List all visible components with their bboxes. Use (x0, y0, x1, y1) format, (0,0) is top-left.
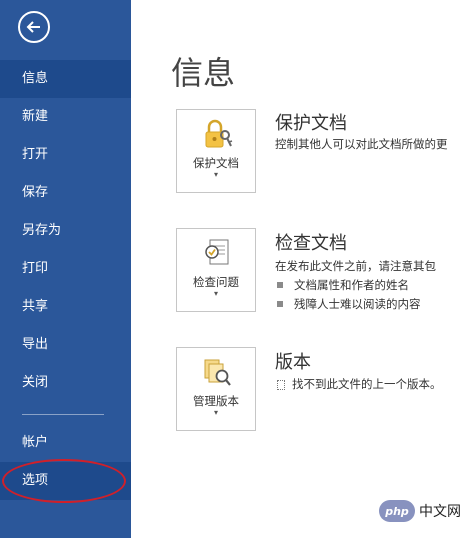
inspect-bullet-item: 残障人士难以阅读的内容 (277, 296, 421, 312)
sidebar-item-save[interactable]: 保存 (0, 174, 131, 212)
document-icon (277, 379, 285, 390)
sidebar-item-account[interactable]: 帐户 (0, 424, 131, 462)
check-issues-button-label: 检查问题 (193, 275, 239, 289)
page-title: 信息 (171, 54, 236, 92)
versions-title: 版本 (275, 352, 311, 373)
sidebar-item-close[interactable]: 关闭 (0, 364, 131, 402)
protect-document-button[interactable]: 保护文档 ▾ (176, 109, 256, 193)
inspect-document-title: 检查文档 (275, 233, 347, 254)
sidebar-item-export[interactable]: 导出 (0, 326, 131, 364)
sidebar-item-save-as[interactable]: 另存为 (0, 212, 131, 250)
sidebar-bottom-nav: 帐户 选项 (0, 424, 131, 500)
dropdown-arrow-icon: ▾ (213, 289, 218, 298)
watermark: php 中文网 (379, 500, 461, 522)
lock-key-icon (205, 119, 233, 148)
dropdown-arrow-icon: ▾ (213, 170, 218, 179)
manage-versions-button[interactable]: 管理版本 ▾ (176, 347, 256, 431)
manage-versions-icon (204, 359, 231, 386)
protect-document-description: 控制其他人可以对此文档所做的更 (275, 137, 448, 151)
sidebar-divider (22, 414, 104, 415)
versions-note: 找不到此文件的上一个版本。 (277, 376, 442, 392)
info-panel: 信息 保护文档 ▾ 保护文档 控制其他人可以对此文档所做的更 检查问题 ▾ 检查… (131, 0, 472, 538)
php-logo: php (379, 500, 415, 522)
inspect-bullet-item: 文档属性和作者的姓名 (277, 277, 409, 293)
sidebar-item-print[interactable]: 打印 (0, 250, 131, 288)
sidebar-item-share[interactable]: 共享 (0, 288, 131, 326)
sidebar-item-info[interactable]: 信息 (0, 60, 131, 98)
sidebar-nav: 信息 新建 打开 保存 另存为 打印 共享 导出 关闭 (0, 60, 131, 402)
sidebar-item-open[interactable]: 打开 (0, 136, 131, 174)
back-button[interactable] (18, 11, 50, 43)
inspect-document-description: 在发布此文件之前，请注意其包 (275, 259, 436, 273)
back-arrow-icon (26, 21, 40, 33)
backstage-sidebar: 信息 新建 打开 保存 另存为 打印 共享 导出 关闭 帐户 选项 (0, 0, 131, 538)
bullet-icon (277, 300, 283, 307)
bullet-icon (277, 281, 283, 288)
inspect-document-icon (205, 239, 229, 265)
dropdown-arrow-icon: ▾ (213, 408, 218, 417)
check-issues-button[interactable]: 检查问题 ▾ (176, 228, 256, 312)
protect-document-title: 保护文档 (275, 113, 347, 134)
watermark-text: 中文网 (419, 504, 461, 520)
sidebar-item-options[interactable]: 选项 (0, 462, 131, 500)
sidebar-item-new[interactable]: 新建 (0, 98, 131, 136)
protect-document-button-label: 保护文档 (193, 156, 239, 170)
manage-versions-button-label: 管理版本 (193, 394, 239, 408)
